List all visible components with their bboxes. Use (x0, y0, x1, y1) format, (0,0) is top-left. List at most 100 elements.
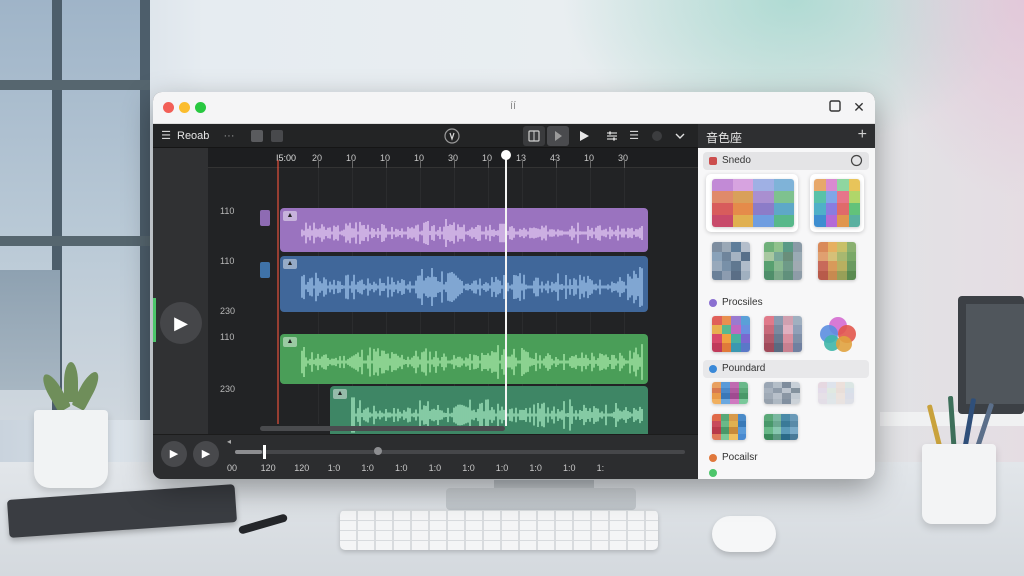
horizontal-scrollbar[interactable] (260, 426, 505, 431)
speaker-icon[interactable]: ◂ (227, 437, 231, 446)
zoom-window-button[interactable] (195, 102, 206, 113)
chevron-down-icon[interactable] (671, 124, 689, 148)
color-palette[interactable] (712, 414, 746, 440)
audio-clip-purple[interactable]: ▲ (280, 208, 648, 252)
scrub-marker[interactable] (374, 447, 382, 455)
swatch-cell (783, 251, 793, 261)
audio-clip-blue[interactable]: ▲ (280, 256, 648, 312)
play-icon[interactable] (547, 126, 569, 146)
section-label: Poundard (722, 363, 766, 374)
title-bar: íí ✕ (153, 92, 875, 124)
color-palette[interactable] (712, 179, 794, 227)
swatch-cell (792, 334, 802, 343)
swatch-cell (848, 215, 860, 227)
swatch-cell (848, 191, 860, 203)
swatch-cell (783, 325, 793, 334)
transport-time-label: 1:0 (361, 463, 374, 473)
color-palette[interactable] (818, 382, 854, 404)
ruler-tick-label: 13 (516, 153, 527, 163)
record-icon[interactable] (649, 124, 665, 148)
list-icon[interactable]: ☰ (625, 124, 643, 148)
audio-clip-green[interactable]: ▲ (280, 334, 648, 384)
more-options-button[interactable]: ··· (221, 124, 237, 148)
ruler-tick (556, 160, 557, 168)
section-header[interactable]: Poundard (703, 360, 869, 378)
section-header[interactable]: Procsiles (703, 294, 869, 312)
swatch-cell (753, 215, 774, 227)
play-icon[interactable]: ▶ (160, 302, 202, 344)
scrub-handle[interactable] (263, 445, 266, 459)
swatch-cell (712, 251, 722, 261)
color-palette[interactable] (764, 316, 802, 352)
swatch-cell (740, 316, 750, 325)
minimize-window-button[interactable] (179, 102, 190, 113)
playhead-handle[interactable] (501, 150, 511, 160)
swatch-cell (814, 191, 826, 203)
swatch-cell (740, 261, 750, 271)
swatch-cell (792, 242, 802, 252)
section-label: Snedo (722, 155, 751, 166)
playhead[interactable] (505, 156, 507, 426)
color-palette[interactable] (712, 382, 748, 404)
swatch-cell (825, 203, 837, 215)
maximize-icon[interactable] (827, 99, 843, 115)
close-icon[interactable]: ✕ (851, 99, 867, 115)
swatch-cell (814, 203, 826, 215)
swatch-cell (764, 325, 774, 334)
color-palette[interactable] (764, 242, 802, 280)
swatch-cell (783, 334, 793, 343)
panel-header: 音色座 + (698, 124, 875, 148)
ruler-tick (454, 160, 455, 168)
snap-button[interactable] (523, 126, 545, 146)
section-header[interactable]: Pocailsr (703, 449, 869, 467)
swatch-cell (773, 343, 783, 352)
play-selection-button[interactable]: ▶ (193, 441, 219, 467)
color-palette[interactable] (764, 414, 798, 440)
swatch-cell (753, 203, 774, 215)
plant-pot (34, 410, 108, 488)
section-label: Procsiles (722, 297, 763, 308)
swatch-cell (764, 433, 773, 440)
ruler-tick (420, 160, 421, 168)
swatch-cell (837, 179, 849, 191)
play-button[interactable] (575, 124, 593, 148)
active-indicator (153, 298, 156, 342)
scrub-bar[interactable] (235, 445, 685, 459)
tuner-icon[interactable] (441, 124, 463, 148)
swatch-cell (732, 179, 753, 191)
add-button[interactable]: + (858, 126, 867, 144)
swatch-cell (740, 242, 750, 252)
mouse (712, 516, 776, 552)
color-palette[interactable] (764, 382, 800, 404)
clip-tool-icon[interactable] (251, 130, 263, 142)
close-window-button[interactable] (163, 102, 174, 113)
swatch-cell (848, 203, 860, 215)
swatch-cell (772, 433, 781, 440)
play-button[interactable]: ▶ (161, 441, 187, 467)
track-color-blue[interactable] (260, 262, 270, 278)
color-palette[interactable] (818, 242, 856, 280)
color-library-panel: 音色座 + Snedo Procsiles Poundard Pocailsr (698, 124, 875, 479)
swatch-cell (783, 316, 793, 325)
swatch-cell (773, 316, 783, 325)
ruler-tick (488, 160, 489, 168)
mixer-icon[interactable] (603, 124, 621, 148)
search-icon[interactable] (850, 154, 863, 172)
section-color-dot (709, 454, 717, 462)
section-header[interactable]: Snedo (703, 152, 869, 170)
swatch-cell (837, 203, 849, 215)
color-palette[interactable] (814, 179, 860, 227)
swatch-cell (792, 270, 802, 280)
color-palette[interactable] (712, 316, 750, 352)
transport-time-label: 1:0 (327, 463, 341, 473)
section-color-dot (709, 157, 717, 165)
color-palette[interactable] (712, 242, 750, 280)
swatch-cell (731, 251, 741, 261)
track-color-purple[interactable] (260, 210, 270, 226)
swatch-cell (764, 242, 774, 252)
swatch-cell (712, 325, 722, 334)
layer-tool-icon[interactable] (271, 130, 283, 142)
hamburger-icon[interactable]: ☰ (159, 124, 173, 148)
swatch-cell (764, 261, 774, 271)
color-wheel-icon[interactable] (816, 314, 860, 356)
